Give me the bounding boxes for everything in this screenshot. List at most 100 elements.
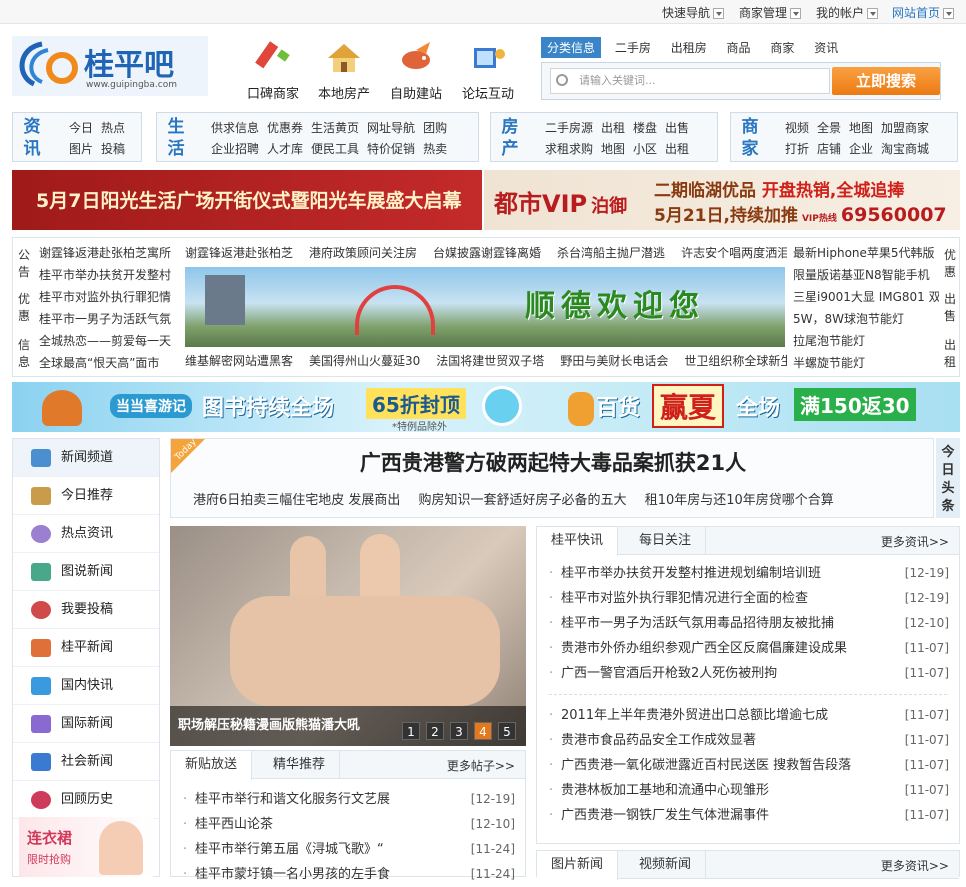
dress-ad[interactable]: 连衣裙 限时抢购 xyxy=(19,817,153,877)
strip-link[interactable]: 最新Hiphone苹果5代韩版 xyxy=(793,242,939,264)
slide-page-2[interactable]: 2 xyxy=(426,722,444,740)
list-item[interactable]: 桂平市一男子为活跃气氛用毒品招待朋友被批捕[12-10] xyxy=(537,611,959,636)
merchant-mgmt-menu[interactable]: 商家管理 xyxy=(739,4,802,21)
cat-link[interactable]: 小区 xyxy=(633,142,657,156)
sidebar-item-news-channel[interactable]: 新闻频道 xyxy=(13,439,159,477)
cat-link[interactable]: 图片 xyxy=(69,142,93,156)
strip-link[interactable]: 三星i9001大显 IMG801 双 xyxy=(793,286,939,308)
slide-page-3[interactable]: 3 xyxy=(450,722,468,740)
tab-guiping-flash[interactable]: 桂平快讯 xyxy=(537,527,619,556)
home-link[interactable]: 网站首页 xyxy=(892,4,955,21)
cat-link[interactable]: 二手房源 xyxy=(545,121,593,135)
search-tab-news[interactable]: 资讯 xyxy=(808,37,844,58)
strip-link[interactable]: 谢霆锋返港赴张柏芝寓所 xyxy=(39,242,179,264)
slide-page-4[interactable]: 4 xyxy=(474,722,492,740)
banner-sunshine-plaza[interactable]: 5月7日阳光生活广场开街仪式暨阳光车展盛大启幕 xyxy=(12,170,482,230)
strip-link[interactable]: 维基解密网站遭黑客 xyxy=(185,350,293,372)
dangdang-banner[interactable]: 当当喜游记 图书持续全场 65折封顶 *特例品除外 百货 赢夏 全场 满150返… xyxy=(12,382,960,433)
slide-page-5[interactable]: 5 xyxy=(498,722,516,740)
sidebar-item-society[interactable]: 社会新闻 xyxy=(13,743,159,781)
cat-link[interactable]: 优惠券 xyxy=(267,121,303,135)
sidebar-item-domestic[interactable]: 国内快讯 xyxy=(13,667,159,705)
cat-link[interactable]: 团购 xyxy=(423,121,447,135)
search-input[interactable]: 请输入关键词... xyxy=(550,68,830,94)
more-photo-link[interactable]: 更多资讯>> xyxy=(881,857,949,874)
headline-title[interactable]: 广西贵港警方破两起特大毒品案抓获21人 xyxy=(171,447,935,477)
photo-slideshow[interactable]: 职场解压秘籍漫画版熊猫潘大吼 1 2 3 4 5 xyxy=(170,526,526,746)
headline-sublink[interactable]: 购房知识一套舒适好房子必备的五大 xyxy=(419,493,627,508)
tab-video-news[interactable]: 视频新闻 xyxy=(625,851,707,879)
cat-link[interactable]: 热卖 xyxy=(423,142,447,156)
list-item[interactable]: 桂平市举行和谐文化服务行文艺展[12-19] xyxy=(171,787,525,812)
sidebar-item-guiping[interactable]: 桂平新闻 xyxy=(13,629,159,667)
cat-link[interactable]: 生活黄页 xyxy=(311,121,359,135)
strip-link[interactable]: 杀台湾船主抛尸潜逃 xyxy=(557,242,665,264)
search-tab-classified[interactable]: 分类信息 xyxy=(541,37,602,58)
my-account-menu[interactable]: 我的帐户 xyxy=(816,4,879,21)
cat-link[interactable]: 特价促销 xyxy=(367,142,415,156)
list-item[interactable]: 桂平市蒙圩镇一名小男孩的左手食[11-24] xyxy=(171,862,525,887)
cat-link[interactable]: 企业 xyxy=(849,142,873,156)
nav-self-build-site[interactable]: 自助建站 xyxy=(381,40,451,102)
list-item[interactable]: 桂平西山论茶[12-10] xyxy=(171,812,525,837)
search-tab-secondhand-house[interactable]: 二手房 xyxy=(609,37,657,58)
search-tab-merchants[interactable]: 商家 xyxy=(764,37,800,58)
strip-link[interactable]: 桂平市一男子为活跃气氛 xyxy=(39,308,179,330)
cat-link[interactable]: 楼盘 xyxy=(633,121,657,135)
cat-link[interactable]: 人才库 xyxy=(267,142,303,156)
site-logo[interactable]: 桂平吧 www.guipingba.com xyxy=(12,36,208,96)
cat-link[interactable]: 地图 xyxy=(849,121,873,135)
strip-link[interactable]: 港府政策顾问关注房 xyxy=(309,242,417,264)
strip-link[interactable]: 台媒披露谢霆锋离婚 xyxy=(433,242,541,264)
cat-link[interactable]: 求租求购 xyxy=(545,142,593,156)
list-item[interactable]: 桂平市举办扶贫开发整村推进规划编制培训班[12-19] xyxy=(537,561,959,586)
cat-link[interactable]: 加盟商家 xyxy=(881,121,929,135)
nav-forum[interactable]: 论坛互动 xyxy=(453,40,523,102)
more-news-link[interactable]: 更多资讯>> xyxy=(881,533,949,550)
sidebar-item-today[interactable]: 今日推荐 xyxy=(13,477,159,515)
list-item[interactable]: 贵港市食品药品安全工作成效显著[11-07] xyxy=(537,728,959,753)
banner-vip-real-estate[interactable]: 都市VIP 泊御 二期临湖优品 开盘热销,全城追捧 5月21日,持续加推 VIP热线… xyxy=(484,170,960,230)
list-item[interactable]: 广西一警官酒后开枪致2人死伤被刑拘[11-07] xyxy=(537,661,959,686)
strip-link[interactable]: 谢霆锋返港赴张柏芝 xyxy=(185,242,293,264)
strip-link[interactable]: 全球最高“恨天高”面市 xyxy=(39,352,179,374)
slide-page-1[interactable]: 1 xyxy=(402,722,420,740)
sidebar-item-history[interactable]: 回顾历史 xyxy=(13,781,159,819)
strip-link[interactable]: 半螺旋节能灯 xyxy=(793,352,939,374)
cat-link[interactable]: 地图 xyxy=(601,142,625,156)
list-item[interactable]: 贵港市外侨办组织参观广西全区反腐倡廉建设成果[11-07] xyxy=(537,636,959,661)
list-item[interactable]: 桂平市举行第五届《浔城飞歌》“[11-24] xyxy=(171,837,525,862)
headline-sublink[interactable]: 港府6日拍卖三幅住宅地皮 发展商出 xyxy=(193,493,400,508)
strip-link[interactable]: 桂平市举办扶贫开发整村 xyxy=(39,264,179,286)
strip-link[interactable]: 美国得州山火蔓延30 xyxy=(309,350,420,372)
photo-caption[interactable]: 职场解压秘籍漫画版熊猫潘大吼 xyxy=(170,706,526,746)
cat-link[interactable]: 出售 xyxy=(665,121,689,135)
strip-link[interactable]: 许志安个唱两度洒泪 xyxy=(681,242,787,264)
cat-link[interactable]: 淘宝商城 xyxy=(881,142,929,156)
cat-link[interactable]: 热点 xyxy=(101,121,125,135)
strip-link[interactable]: 全城热恋——剪爱每一天 xyxy=(39,330,179,352)
strip-link[interactable]: 限量版诺基亚N8智能手机 xyxy=(793,264,939,286)
tab-daily-focus[interactable]: 每日关注 xyxy=(625,527,707,555)
nav-reputation-merchants[interactable]: 口碑商家 xyxy=(238,40,308,102)
cat-link[interactable]: 店铺 xyxy=(817,142,841,156)
search-tab-rental[interactable]: 出租房 xyxy=(665,37,713,58)
cat-link[interactable]: 供求信息 xyxy=(211,121,259,135)
cat-link[interactable]: 网址导航 xyxy=(367,121,415,135)
sidebar-item-hot[interactable]: 热点资讯 xyxy=(13,515,159,553)
strip-link[interactable]: 法国将建世贸双子塔 xyxy=(436,350,544,372)
cat-link[interactable]: 今日 xyxy=(69,121,93,135)
sidebar-item-submit[interactable]: 我要投稿 xyxy=(13,591,159,629)
tab-featured[interactable]: 精华推荐 xyxy=(259,751,341,779)
list-item[interactable]: 2011年上半年贵港外贸进出口总额比增逾七成[11-07] xyxy=(537,703,959,728)
list-item[interactable]: 桂平市对监外执行罪犯情况进行全面的检查[12-19] xyxy=(537,586,959,611)
strip-link[interactable]: 野田与美财长电话会 xyxy=(560,350,668,372)
search-tab-goods[interactable]: 商品 xyxy=(721,37,757,58)
tab-photo-news[interactable]: 图片新闻 xyxy=(537,851,619,880)
more-posts-link[interactable]: 更多帖子>> xyxy=(447,757,515,774)
cat-link[interactable]: 便民工具 xyxy=(311,142,359,156)
strip-link[interactable]: 世卫组织称全球新生 xyxy=(684,350,787,372)
shunde-welcome-image[interactable]: 顺德欢迎您 xyxy=(185,267,785,347)
search-button[interactable]: 立即搜索 xyxy=(832,67,940,95)
strip-link[interactable]: 桂平市对监外执行罪犯情 xyxy=(39,286,179,308)
